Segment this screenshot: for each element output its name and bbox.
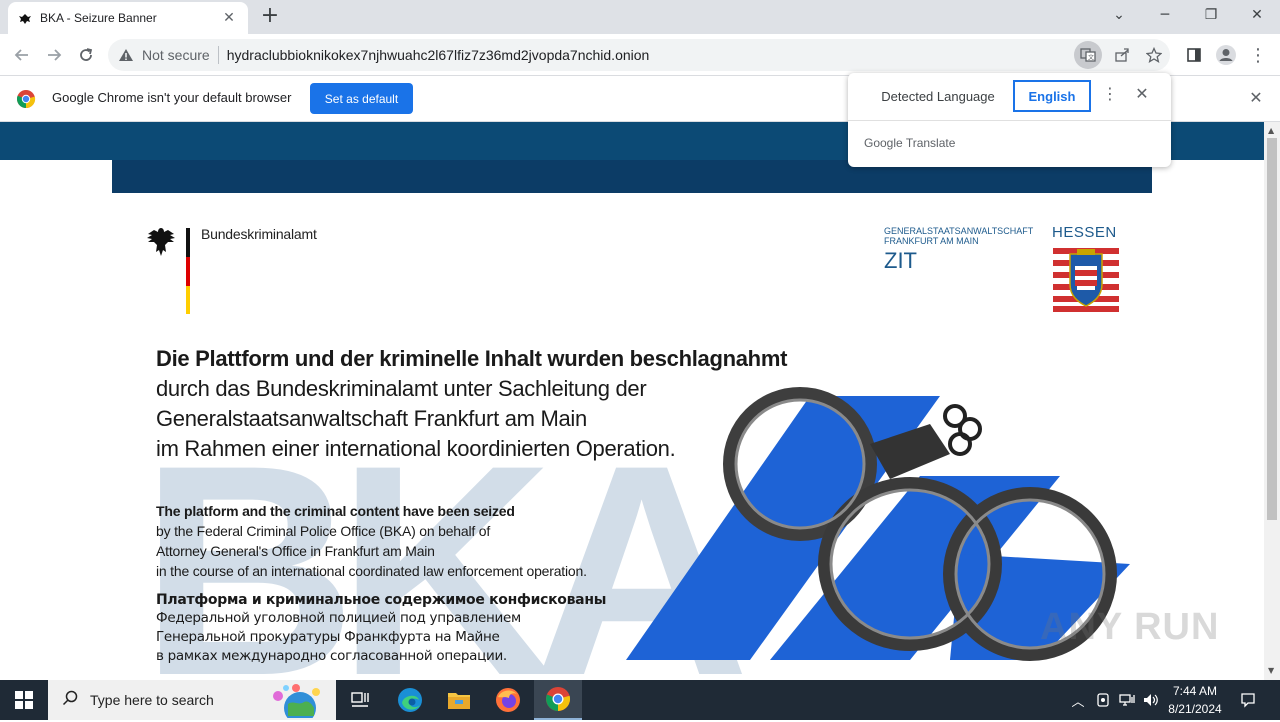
set-as-default-button[interactable]: Set as default: [310, 83, 413, 114]
translate-close-icon[interactable]: ✕: [1132, 84, 1152, 108]
german-headline: Die Plattform und der kriminelle Inhalt …: [156, 346, 788, 371]
russian-line-1: Федеральной уголовной полицией под управ…: [156, 610, 521, 626]
file-explorer-icon[interactable]: [435, 680, 483, 720]
share-icon[interactable]: [1110, 43, 1134, 67]
close-window-button[interactable]: ✕: [1234, 0, 1280, 30]
side-panel-icon[interactable]: [1180, 41, 1208, 69]
google-translate-brand: Google Translate: [864, 136, 956, 150]
address-bar[interactable]: Not secure hydraclubbioknikokex7njhwuahc…: [108, 39, 1170, 71]
windows-start-icon[interactable]: [0, 680, 48, 720]
volume-icon[interactable]: [1140, 680, 1162, 720]
tray-chevron-up-icon[interactable]: ︿: [1068, 680, 1088, 720]
english-line-3: in the course of an international coordi…: [156, 563, 587, 579]
translate-options-icon[interactable]: ⋮: [1100, 84, 1120, 108]
warning-triangle-icon[interactable]: [118, 47, 134, 63]
forward-arrow-icon[interactable]: [40, 41, 68, 69]
back-arrow-icon[interactable]: [8, 41, 36, 69]
url-text[interactable]: hydraclubbioknikokex7njhwuahc2l67lfiz7z3…: [227, 47, 650, 63]
notifications-icon[interactable]: [1234, 680, 1262, 720]
english-language-tab[interactable]: English: [1013, 80, 1091, 112]
translate-divider: [848, 120, 1171, 121]
english-headline: The platform and the criminal content ha…: [156, 503, 515, 519]
infobar-close-icon[interactable]: ✕: [1246, 88, 1266, 108]
russian-line-3: в рамках международно согласованной опер…: [156, 648, 507, 664]
browser-toolbar: Not secure hydraclubbioknikokex7njhwuahc…: [0, 34, 1280, 76]
german-line-2: Generalstaatsanwaltschaft Frankfurt am M…: [156, 406, 587, 431]
search-placeholder: Type here to search: [90, 692, 214, 708]
zit-label: ZIT: [884, 248, 917, 273]
tab-close-icon[interactable]: ✕: [220, 10, 238, 26]
search-icon: [62, 690, 78, 710]
tab-search-icon[interactable]: ⌄: [1096, 0, 1142, 30]
chrome-logo-icon: [16, 89, 36, 109]
new-tab-button[interactable]: +: [258, 4, 282, 28]
search-highlight-globe-icon: [260, 682, 332, 722]
tab-title: BKA - Seizure Banner: [40, 11, 157, 25]
translate-icon[interactable]: 文: [1074, 41, 1102, 69]
anyrun-watermark: ANY RUN: [1040, 606, 1220, 648]
page-scrollbar[interactable]: ▲ ▼: [1264, 122, 1280, 680]
detected-language-tab[interactable]: Detected Language: [864, 77, 1012, 115]
scrollbar-thumb[interactable]: [1267, 138, 1277, 520]
firefox-icon[interactable]: [484, 680, 532, 720]
network-icon[interactable]: [1116, 680, 1138, 720]
clock-time: 7:44 AM: [1172, 684, 1218, 698]
tab-strip: BKA - Seizure Banner ✕ + ⌄ ─ ❐ ✕: [0, 0, 1280, 34]
bka-name: Bundeskriminalamt: [201, 226, 317, 242]
gsa-title-line2: FRANKFURT AM MAIN: [884, 236, 979, 246]
minimize-button[interactable]: ─: [1142, 0, 1188, 30]
hessen-label: HESSEN: [1052, 224, 1117, 241]
not-secure-label[interactable]: Not secure: [142, 47, 210, 63]
english-line-1: by the Federal Criminal Police Office (B…: [156, 523, 491, 539]
gsa-title-line1: GENERALSTAATSANWALTSCHAFT: [884, 226, 1034, 236]
bka-eagle-favicon-icon: [18, 11, 32, 26]
edge-browser-icon[interactable]: [386, 680, 434, 720]
profile-avatar-icon[interactable]: [1212, 41, 1240, 69]
page-viewport: BKA Bundeskriminalamt GENERALSTAATSANWAL…: [0, 122, 1264, 680]
taskbar-search-input[interactable]: Type here to search: [48, 680, 336, 722]
taskbar-clock[interactable]: 7:44 AM 8/21/2024: [1160, 682, 1230, 718]
russian-headline: Платформа и криминальное содержимое конф…: [156, 592, 607, 608]
chrome-taskbar-icon[interactable]: [534, 680, 582, 720]
russian-line-2: Генеральной прокуратуры Франкфурта на Ма…: [156, 629, 500, 645]
reload-icon[interactable]: [72, 41, 100, 69]
english-line-2: Attorney General's Office in Frankfurt a…: [156, 543, 435, 559]
chrome-menu-icon[interactable]: ⋮: [1244, 41, 1272, 69]
tray-device-icon[interactable]: [1092, 680, 1114, 720]
clock-date: 8/21/2024: [1168, 702, 1222, 716]
german-line-1: durch das Bundeskriminalamt unter Sachle…: [156, 376, 647, 401]
scroll-down-arrow-icon[interactable]: ▼: [1268, 666, 1274, 675]
bookmark-star-icon[interactable]: [1142, 43, 1166, 67]
tab-active[interactable]: BKA - Seizure Banner ✕: [8, 2, 248, 34]
infobar-message: Google Chrome isn't your default browser: [52, 90, 292, 105]
federal-eagle-icon: [146, 226, 176, 258]
svg-text:文: 文: [1088, 54, 1094, 62]
translate-popup: Detected Language English ⋮ ✕ Google Tra…: [848, 73, 1171, 167]
scroll-up-arrow-icon[interactable]: ▲: [1268, 126, 1274, 135]
windows-taskbar: Type here to search ︿ 7:44 AM 8/21/2024: [0, 680, 1280, 722]
omnibox-separator: [217, 46, 219, 64]
german-line-3: im Rahmen einer international koordinier…: [156, 436, 676, 461]
german-flag-bar: [186, 228, 190, 314]
restore-button[interactable]: ❐: [1188, 0, 1234, 30]
hessen-coat-of-arms-icon: [1053, 246, 1119, 312]
task-view-icon[interactable]: [336, 680, 384, 720]
